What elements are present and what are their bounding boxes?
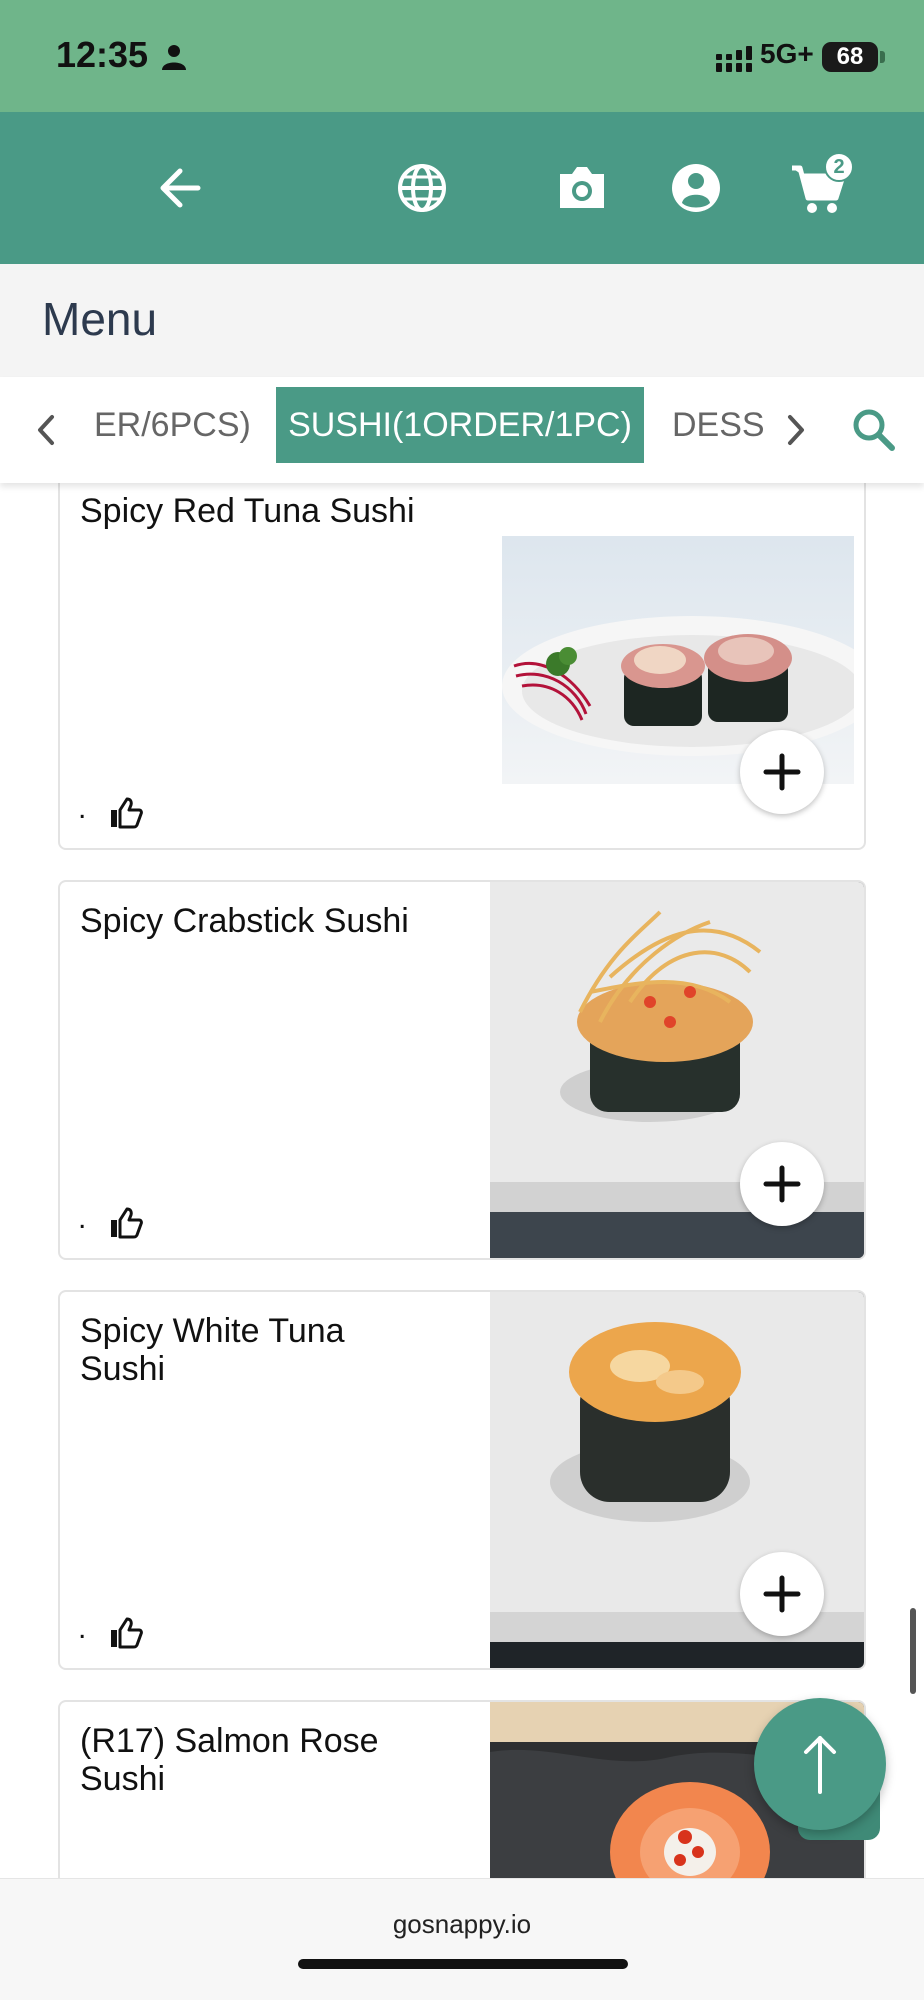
menu-item-name: Spicy White Tuna Sushi — [80, 1312, 345, 1388]
plus-icon — [763, 1165, 801, 1203]
chevron-left-icon[interactable] — [30, 405, 60, 455]
battery-level: 68 — [822, 42, 878, 72]
thumbs-up-icon[interactable] — [108, 796, 144, 830]
browser-url[interactable]: gosnappy.io — [0, 1909, 924, 1940]
home-indicator[interactable] — [298, 1959, 628, 1969]
tab-category-previous[interactable]: ER/6PCS) — [94, 387, 251, 463]
title-bar: Menu — [0, 264, 924, 377]
thumbs-up-icon[interactable] — [108, 1206, 144, 1240]
menu-item-meta: . — [78, 1612, 87, 1645]
menu-item-card[interactable]: Spicy Crabstick Sushi . — [58, 880, 866, 1260]
network-type: 5G+ — [760, 38, 814, 69]
account-icon[interactable] — [670, 150, 722, 226]
chevron-right-icon[interactable] — [782, 405, 812, 455]
menu-item-name: (R17) Salmon Rose Sushi — [80, 1722, 379, 1798]
add-to-cart-button[interactable] — [740, 1142, 824, 1226]
search-icon[interactable] — [850, 401, 898, 457]
menu-item-meta: . — [78, 792, 87, 825]
status-time: 12:35 — [56, 34, 149, 75]
browser-footer: gosnappy.io — [0, 1878, 924, 2000]
add-to-cart-button[interactable] — [740, 1552, 824, 1636]
battery-tip — [880, 51, 885, 63]
status-bar: 12:35 5G+ 68 — [0, 0, 924, 112]
globe-icon[interactable] — [396, 150, 448, 226]
app-screen: 12:35 5G+ 68 2 Menu ER/6PCS) SUSHI(1ORDE… — [0, 0, 924, 2000]
camera-icon[interactable] — [556, 150, 608, 226]
tab-category-dessert[interactable]: DESS — [672, 387, 765, 463]
cart-button[interactable]: 2 — [790, 148, 854, 224]
app-header: 2 — [0, 112, 924, 264]
plus-icon — [763, 1575, 801, 1613]
add-to-cart-button[interactable] — [740, 730, 824, 814]
plus-icon — [763, 753, 801, 791]
signal-icon — [716, 46, 752, 72]
scroll-to-top-button[interactable] — [754, 1698, 886, 1830]
arrow-up-icon — [804, 1736, 836, 1794]
tab-category-sushi[interactable]: SUSHI(1ORDER/1PC) — [276, 387, 644, 463]
menu-item-meta: . — [78, 1202, 87, 1235]
scrollbar-thumb[interactable] — [910, 1608, 916, 1694]
cart-count-badge: 2 — [824, 152, 854, 182]
menu-item-card[interactable]: Spicy White Tuna Sushi . — [58, 1290, 866, 1670]
thumbs-up-icon[interactable] — [108, 1616, 144, 1650]
page-title: Menu — [42, 293, 158, 345]
back-arrow-icon[interactable] — [158, 150, 202, 226]
menu-item-name: Spicy Crabstick Sushi — [80, 902, 409, 940]
menu-item-name: Spicy Red Tuna Sushi — [80, 492, 415, 530]
category-tabs: ER/6PCS) SUSHI(1ORDER/1PC) DESS — [0, 377, 924, 483]
person-icon — [162, 45, 186, 70]
menu-item-card[interactable]: Spicy Red Tuna Sushi . — [58, 470, 866, 850]
